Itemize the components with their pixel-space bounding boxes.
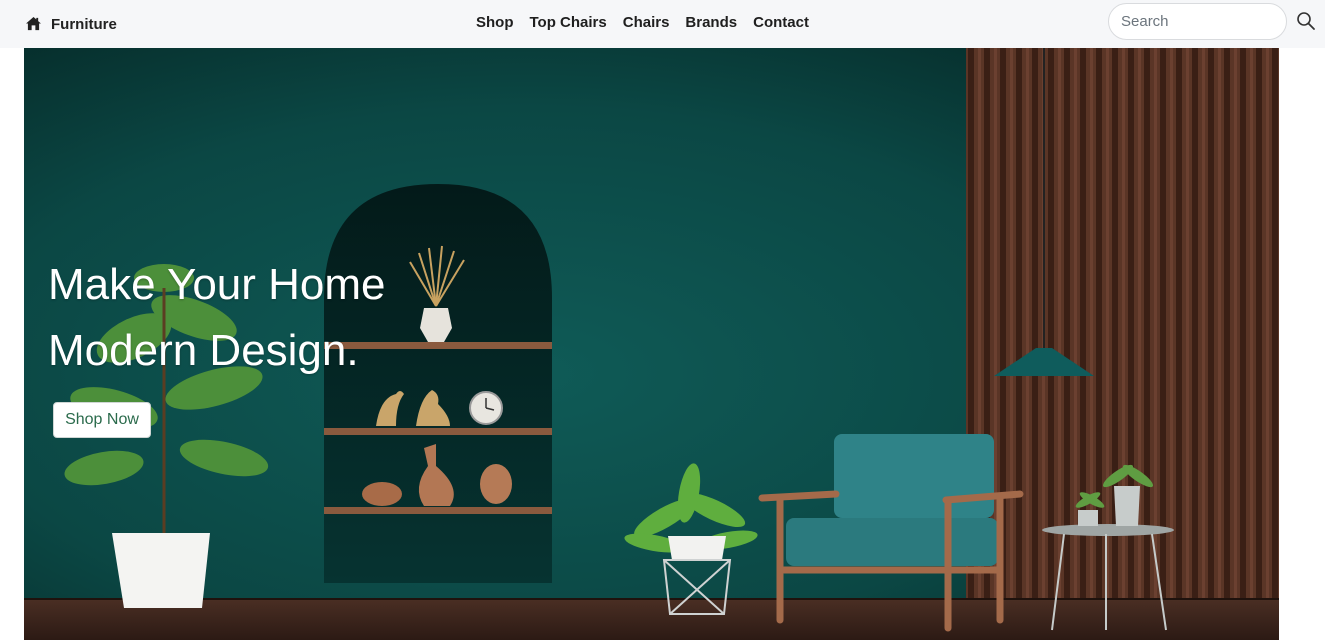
nav-link-contact[interactable]: Contact	[753, 14, 809, 31]
nav-link-shop[interactable]: Shop	[476, 14, 514, 31]
shop-now-button[interactable]: Shop Now	[53, 402, 151, 438]
brand-label: Furniture	[51, 15, 117, 33]
hero-banner: Make Your Home Modern Design. Shop Now	[24, 48, 1279, 640]
home-icon	[26, 17, 41, 31]
top-navbar: Furniture Shop Top Chairs Chairs Brands …	[0, 0, 1325, 48]
hero-title-line-2: Modern Design.	[48, 326, 359, 375]
hero-title-line-1: Make Your Home	[48, 260, 386, 309]
brand-link[interactable]: Furniture	[26, 0, 117, 48]
nav-links: Shop Top Chairs Chairs Brands Contact	[476, 0, 809, 44]
nav-link-brands[interactable]: Brands	[685, 14, 737, 31]
search-input[interactable]	[1108, 3, 1287, 40]
hero-title: Make Your Home Modern Design.	[48, 252, 568, 384]
search-icon[interactable]	[1296, 11, 1316, 31]
nav-link-top-chairs[interactable]: Top Chairs	[530, 14, 607, 31]
nav-link-chairs[interactable]: Chairs	[623, 14, 670, 31]
